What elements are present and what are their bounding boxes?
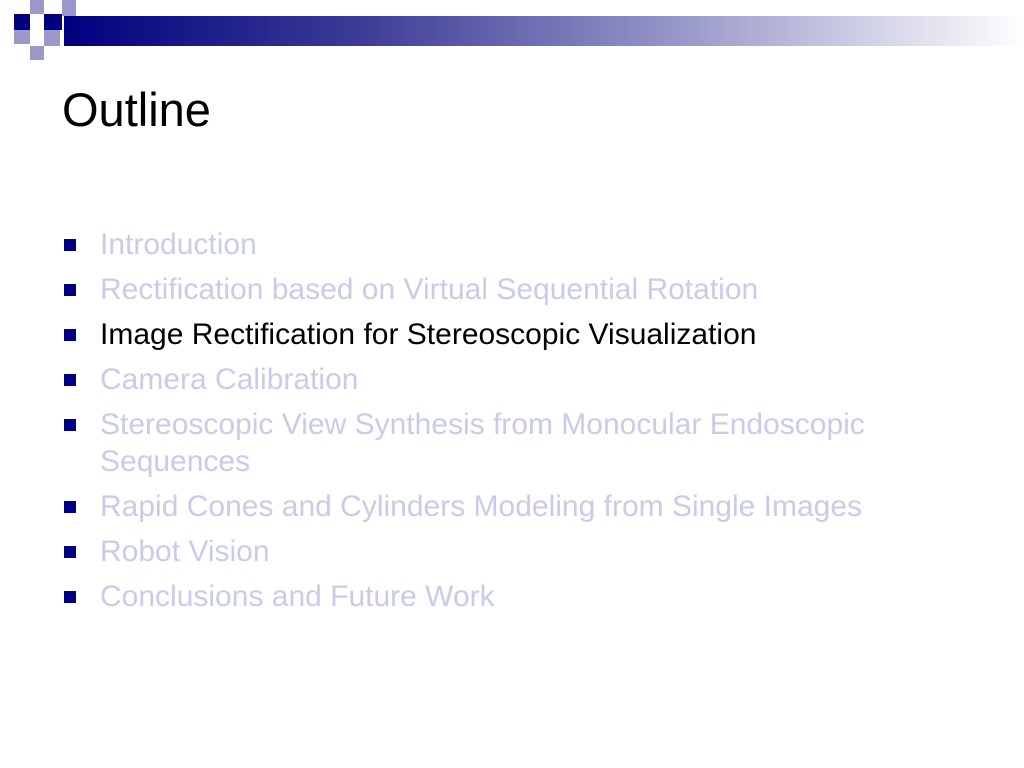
square-bullet-icon	[64, 284, 76, 296]
mosaic-square	[44, 14, 62, 30]
square-bullet-icon	[64, 501, 76, 513]
outline-item-label: Conclusions and Future Work	[100, 580, 495, 613]
outline-item-label: Rectification based on Virtual Sequentia…	[100, 273, 759, 306]
mosaic-square	[30, 46, 44, 60]
mosaic-square	[30, 0, 44, 14]
slide: Outline Introduction Rectification based …	[0, 0, 1024, 768]
outline-item-label: Camera Calibration	[100, 363, 359, 396]
square-bullet-icon	[64, 419, 76, 431]
square-bullet-icon	[64, 546, 76, 558]
slide-title: Outline	[62, 83, 211, 136]
mosaic-square	[62, 0, 76, 16]
square-bullet-icon	[64, 374, 76, 386]
mosaic-square	[44, 30, 60, 46]
outline-item: Robot Vision	[62, 533, 962, 570]
outline-item: Conclusions and Future Work	[62, 578, 962, 615]
square-bullet-icon	[64, 329, 76, 341]
header-gradient-bar	[64, 16, 1024, 46]
outline-list: Introduction Rectification based on Virtu…	[62, 226, 962, 623]
outline-item: Rectification based on Virtual Sequentia…	[62, 271, 962, 308]
outline-item: Stereoscopic View Synthesis from Monocul…	[62, 406, 962, 480]
mosaic-square	[14, 30, 30, 44]
outline-item-label: Robot Vision	[100, 535, 270, 568]
outline-item-label: Introduction	[100, 228, 257, 261]
outline-item: Rapid Cones and Cylinders Modeling from …	[62, 488, 962, 525]
outline-item: Camera Calibration	[62, 361, 962, 398]
outline-item-label: Rapid Cones and Cylinders Modeling from …	[100, 490, 863, 523]
outline-item: Image Rectification for Stereoscopic Vis…	[62, 316, 962, 353]
outline-item-label: Stereoscopic View Synthesis from Monocul…	[100, 408, 865, 478]
square-bullet-icon	[64, 591, 76, 603]
outline-item: Introduction	[62, 226, 962, 263]
outline-item-label: Image Rectification for Stereoscopic Vis…	[100, 318, 757, 351]
square-bullet-icon	[64, 239, 76, 251]
mosaic-square	[14, 14, 30, 30]
